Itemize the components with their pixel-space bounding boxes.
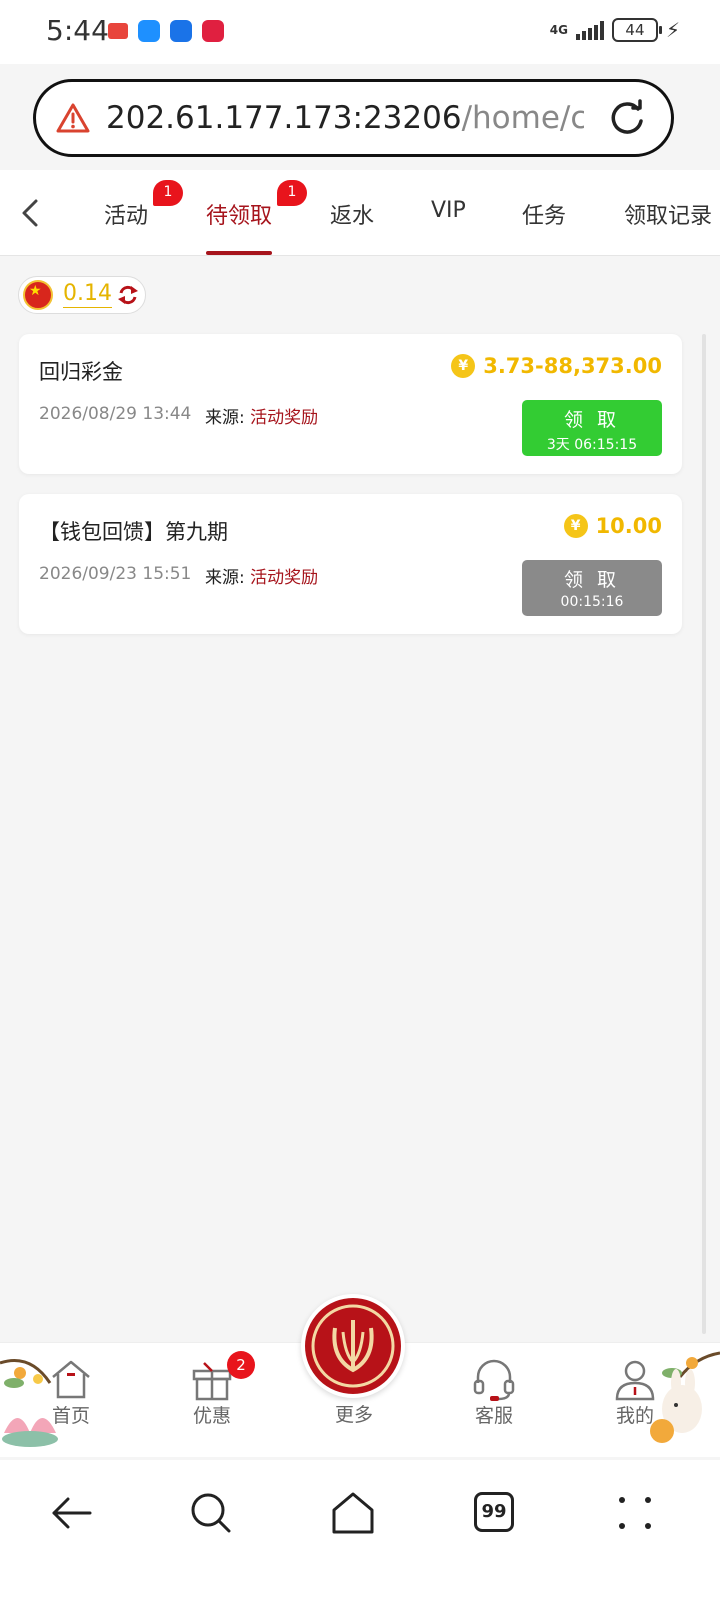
tab-activity[interactable]: 活动 [104,198,148,230]
source-label: 来源: [205,568,245,588]
china-flag-icon: ★ [23,280,53,310]
weather-icon [170,20,192,42]
reward-date: 2026/09/23 15:51 [39,564,192,584]
nav-support[interactable]: 客服 [449,1357,539,1428]
back-icon[interactable] [48,1490,94,1536]
url-path: /home/canR [461,100,584,136]
back-arrow-icon[interactable] [18,198,42,228]
status-indicators: 4G 44 ⚡ [550,18,680,42]
reward-title: 【钱包回馈】第九期 [39,520,228,544]
xiaohongshu-icon [202,20,224,42]
reward-amount-value: 10.00 [595,514,662,538]
reward-title: 回归彩金 [39,360,123,384]
url-text[interactable]: 202.61.177.173:23206/home/canR [106,100,584,136]
coin-icon: ¥ [563,514,588,538]
lotus-decoration [0,1359,58,1447]
scrollbar[interactable] [702,334,706,1334]
book-icon [108,23,128,39]
reward-amount: ¥ 3.73-88,373.00 [451,354,662,378]
reward-card: 回归彩金 ¥ 3.73-88,373.00 2026/08/29 13:44 来… [19,334,682,474]
status-time: 5:44 [46,14,109,47]
signal-icon [575,20,604,40]
charging-icon: ⚡ [665,18,680,42]
message-icon [138,20,160,42]
offers-badge: 2 [227,1351,255,1379]
claim-button-label: 领 取 [563,569,621,591]
home-button-icon[interactable] [330,1490,376,1536]
menu-dots-icon[interactable] [612,1490,658,1536]
source-value: 活动奖励 [250,568,319,588]
reward-card: 【钱包回馈】第九期 ¥ 10.00 2026/09/23 15:51 来源: 活… [19,494,682,634]
reward-source: 来源: 活动奖励 [205,403,318,428]
balance-chip[interactable]: ★ 0.14 [18,276,146,314]
tab-claim-history[interactable]: 领取记录 [624,198,712,230]
rabbit-decoration [650,1351,720,1443]
tab-activity-badge: 1 [153,180,183,206]
claim-button-disabled[interactable]: 领 取 00:15:16 [522,560,662,616]
claim-button-label: 领 取 [563,409,621,431]
claim-button[interactable]: 领 取 3天 06:15:15 [522,400,662,456]
more-logo-button[interactable] [301,1294,405,1398]
status-bar: 5:44 4G 44 ⚡ [0,0,720,64]
reward-source: 来源: 活动奖励 [205,563,318,588]
tab-tasks[interactable]: 任务 [522,198,566,230]
reward-amount: ¥ 10.00 [563,514,662,538]
source-value: 活动奖励 [250,408,319,428]
balance-value: 0.14 [63,281,112,308]
refresh-icon[interactable] [117,283,139,307]
nav-more-label: 更多 [334,1404,373,1426]
status-app-icons [108,20,224,42]
nav-offers[interactable]: 优惠 2 [167,1351,257,1428]
headset-icon [473,1359,515,1401]
search-icon[interactable] [188,1490,234,1536]
tabs-count-button[interactable]: 99 [474,1492,514,1532]
tab-pending[interactable]: 待领取 [206,198,272,230]
warning-icon[interactable] [56,102,90,134]
claim-countdown: 00:15:16 [560,594,624,610]
brand-logo-icon [311,1304,395,1388]
source-label: 来源: [205,408,245,428]
address-bar[interactable]: 202.61.177.173:23206/home/canR [33,79,674,157]
tab-rebate[interactable]: 返水 [330,198,374,230]
active-tab-indicator [206,251,272,255]
battery-icon: 44 [611,18,662,42]
system-nav-bar [0,1460,720,1600]
reward-amount-value: 3.73-88,373.00 [483,354,662,378]
reload-icon[interactable] [607,99,647,139]
url-host: 202.61.177.173:23206 [106,100,462,136]
reward-date: 2026/08/29 13:44 [39,404,192,424]
nav-support-label: 客服 [474,1405,513,1427]
network-type: 4G [549,23,568,37]
tab-pending-badge: 1 [277,180,307,206]
category-tabs: 活动 1 待领取 1 返水 VIP 任务 领取记录 [0,170,720,256]
nav-offers-label: 优惠 [192,1405,231,1427]
tab-vip[interactable]: VIP [431,198,466,223]
coin-icon: ¥ [451,354,476,378]
claim-countdown: 3天 06:15:15 [546,437,638,453]
